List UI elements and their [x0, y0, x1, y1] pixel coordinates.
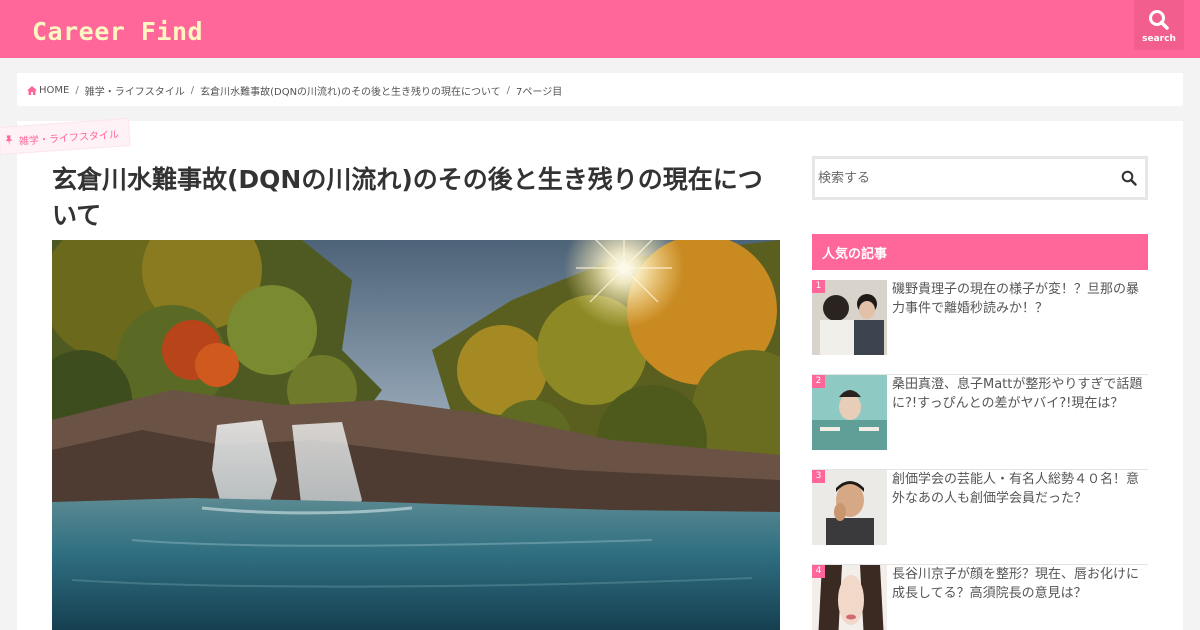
- popular-post-title[interactable]: 長谷川京子が顔を整形？現在、唇お化けに成長してる？高須院長の意見は？: [892, 565, 1144, 603]
- breadcrumb-current-page: 7ページ目: [516, 87, 563, 98]
- post-title: 玄倉川水難事故(DQNの川流れ)のその後と生き残りの現在について: [52, 165, 763, 230]
- breadcrumb-home-link[interactable]: HOME: [39, 85, 69, 96]
- pin-icon: [5, 135, 13, 146]
- site-header: Career Find search: [0, 0, 1200, 58]
- popular-post-thumbnail[interactable]: 3: [812, 470, 887, 545]
- breadcrumb-post-link[interactable]: 玄倉川水難事故(DQNの川流れ)のその後と生き残りの現在について: [200, 83, 501, 98]
- breadcrumb-separator: /: [190, 85, 195, 96]
- popular-post-title[interactable]: 磯野貴理子の現在の様子が変！？旦那の暴力事件で離婚秒読みか！？: [892, 280, 1144, 318]
- popular-post-item[interactable]: 2 桑田真澄、息子Mattが整形やりすぎで話題に?!すっぴんとの差がヤバイ?!現…: [812, 375, 1148, 470]
- site-logo[interactable]: Career Find: [32, 17, 203, 46]
- popular-post-title[interactable]: 創価学会の芸能人・有名人総勢４０名！意外なあの人も創価学会員だった？: [892, 470, 1144, 508]
- search-label: search: [1142, 34, 1176, 44]
- category-tag-label: 雑学・ライフスタイル: [18, 129, 120, 148]
- popular-rank-badge: 3: [812, 470, 825, 483]
- popular-rank-badge: 2: [812, 375, 825, 388]
- hero-image: [52, 240, 780, 630]
- popular-post-thumbnail[interactable]: 1: [812, 280, 887, 355]
- sidebar-search-input[interactable]: [818, 167, 1108, 189]
- popular-post-title[interactable]: 桑田真澄、息子Mattが整形やりすぎで話題に?!すっぴんとの差がヤバイ?!現在は…: [892, 375, 1144, 413]
- breadcrumb-category-link[interactable]: 雑学・ライフスタイル: [85, 83, 185, 98]
- popular-post-item[interactable]: 1 磯野貴理子の現在の様子が変！？旦那の暴力事件で離婚秒読みか！？: [812, 280, 1148, 375]
- header-search-button[interactable]: search: [1134, 0, 1184, 50]
- sidebar-search-box: [812, 156, 1148, 200]
- popular-post-thumbnail[interactable]: 4: [812, 565, 887, 630]
- popular-rank-badge: 4: [812, 565, 825, 578]
- search-icon[interactable]: [1121, 170, 1137, 186]
- search-icon: [1149, 10, 1169, 30]
- breadcrumb-separator: /: [506, 85, 511, 96]
- popular-post-item[interactable]: 4 長谷川京子が顔を整形？現在、唇お化けに成長してる？高須院長の意見は？: [812, 565, 1148, 630]
- popular-posts-heading: 人気の記事: [812, 234, 1148, 270]
- home-icon: [27, 86, 37, 95]
- popular-rank-badge: 1: [812, 280, 825, 293]
- popular-post-item[interactable]: 3 創価学会の芸能人・有名人総勢４０名！意外なあの人も創価学会員だった？: [812, 470, 1148, 565]
- popular-post-thumbnail[interactable]: 2: [812, 375, 887, 450]
- breadcrumb-separator: /: [75, 85, 79, 96]
- breadcrumb: HOME / 雑学・ライフスタイル / 玄倉川水難事故(DQNの川流れ)のその後…: [17, 73, 1183, 106]
